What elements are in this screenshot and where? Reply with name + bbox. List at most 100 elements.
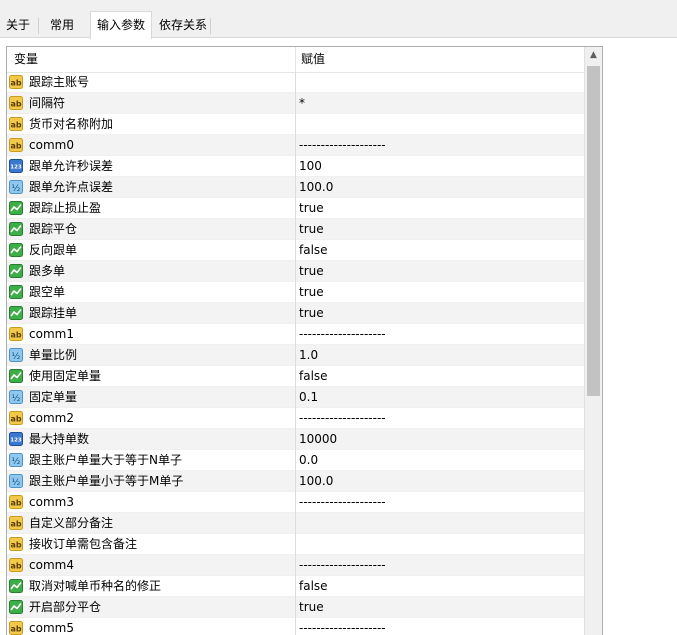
parameter-value[interactable]: 0.1 [299, 387, 318, 407]
table-row[interactable]: ab comm5 -------------------- [7, 618, 585, 635]
cell-divider [295, 219, 296, 240]
parameter-name: 跟主账户单量大于等于N单子 [29, 453, 182, 467]
column-divider[interactable] [295, 47, 296, 72]
parameter-value[interactable]: 0.0 [299, 450, 318, 470]
parameter-value[interactable]: true [299, 597, 324, 617]
parameter-name: 反向跟单 [29, 243, 78, 257]
table-row[interactable]: ½ 固定单量 0.1 [7, 387, 585, 408]
svg-text:ab: ab [10, 100, 21, 109]
double-v2-icon: ½ [9, 474, 23, 488]
parameter-value[interactable]: false [299, 240, 328, 260]
bool-chart-icon [9, 285, 23, 299]
table-row[interactable]: ab 自定义部分备注 [7, 513, 585, 534]
column-header-value[interactable]: 赋值 [301, 47, 325, 72]
parameter-name: 跟踪挂单 [29, 306, 78, 320]
parameter-value[interactable]: true [299, 282, 324, 302]
table-row[interactable]: 跟空单 true [7, 282, 585, 303]
svg-text:½: ½ [12, 478, 21, 488]
table-row[interactable]: ½ 单量比例 1.0 [7, 345, 585, 366]
parameter-value[interactable]: 1.0 [299, 345, 318, 365]
parameter-value[interactable]: 100.0 [299, 177, 333, 197]
parameter-value[interactable]: 100 [299, 156, 322, 176]
parameter-value[interactable]: true [299, 303, 324, 323]
parameter-name: 自定义部分备注 [29, 516, 114, 530]
parameter-name: 跟踪平仓 [29, 222, 78, 236]
cell-divider [295, 93, 296, 114]
table-row[interactable]: 跟踪平仓 true [7, 219, 585, 240]
ab-icon: ab [9, 96, 23, 110]
table-row[interactable]: ab comm0 -------------------- [7, 135, 585, 156]
grid-header: 变量 赋值 [7, 47, 585, 73]
parameter-name: 跟多单 [29, 264, 66, 278]
parameter-value[interactable]: true [299, 219, 324, 239]
cell-divider [295, 387, 296, 408]
parameter-value[interactable]: true [299, 198, 324, 218]
parameter-value[interactable]: 10000 [299, 429, 337, 449]
parameter-name: 固定单量 [29, 390, 78, 404]
svg-text:123: 123 [10, 165, 22, 171]
parameter-value[interactable]: false [299, 576, 328, 596]
cell-divider [295, 450, 296, 471]
table-row[interactable]: 取消对喊单币种名的修正 false [7, 576, 585, 597]
table-row[interactable]: ½ 跟主账户单量大于等于N单子 0.0 [7, 450, 585, 471]
parameter-value[interactable]: -------------------- [299, 408, 386, 428]
table-row[interactable]: ab comm2 -------------------- [7, 408, 585, 429]
parameter-value[interactable]: -------------------- [299, 324, 386, 344]
vertical-scrollbar[interactable]: ▲ [584, 47, 602, 635]
parameter-value[interactable]: false [299, 366, 328, 386]
cell-divider [295, 429, 296, 450]
table-row[interactable]: ½ 跟单允许点误差 100.0 [7, 177, 585, 198]
parameter-name: 跟空单 [29, 285, 66, 299]
cell-divider [295, 261, 296, 282]
svg-text:ab: ab [10, 562, 21, 571]
grid-rows: ab 跟踪主账号 ab 间隔符 * ab 货币对名称附加 ab comm0 -----------… [7, 72, 585, 635]
tab-about[interactable]: 关于 [0, 14, 36, 38]
tab-input-params[interactable]: 输入参数 [90, 11, 153, 39]
ab-icon: ab [9, 516, 23, 530]
cell-divider [295, 408, 296, 429]
int-123-icon: 123 [9, 159, 23, 173]
scroll-up-icon[interactable]: ▲ [585, 47, 602, 64]
bool-chart-icon [9, 369, 23, 383]
parameter-name: 最大持单数 [29, 432, 90, 446]
parameter-value[interactable]: -------------------- [299, 555, 386, 575]
cell-divider [295, 114, 296, 135]
bool-chart-icon [9, 201, 23, 215]
table-row[interactable]: 开启部分平仓 true [7, 597, 585, 618]
table-row[interactable]: 123 最大持单数 10000 [7, 429, 585, 450]
cell-divider [295, 597, 296, 618]
column-header-variable[interactable]: 变量 [14, 47, 38, 72]
tab-dependencies[interactable]: 依存关系 [153, 14, 213, 38]
parameter-value[interactable]: 100.0 [299, 471, 333, 491]
svg-text:ab: ab [10, 625, 21, 634]
table-row[interactable]: ab 间隔符 * [7, 93, 585, 114]
parameter-value[interactable]: -------------------- [299, 492, 386, 512]
table-row[interactable]: 跟多单 true [7, 261, 585, 282]
table-row[interactable]: ab comm3 -------------------- [7, 492, 585, 513]
parameter-name: 跟踪主账号 [29, 75, 90, 89]
parameter-value[interactable]: * [299, 93, 305, 113]
table-row[interactable]: 反向跟单 false [7, 240, 585, 261]
cell-divider [295, 534, 296, 555]
parameter-value[interactable]: -------------------- [299, 618, 386, 635]
table-row[interactable]: ab comm4 -------------------- [7, 555, 585, 576]
table-row[interactable]: 123 跟单允许秒误差 100 [7, 156, 585, 177]
svg-text:ab: ab [10, 121, 21, 130]
table-row[interactable]: ab 接收订单需包含备注 [7, 534, 585, 555]
parameter-value[interactable]: -------------------- [299, 135, 386, 155]
parameter-name: 货币对名称附加 [29, 117, 114, 131]
double-v2-icon: ½ [9, 453, 23, 467]
table-row[interactable]: ab 货币对名称附加 [7, 114, 585, 135]
cell-divider [295, 240, 296, 261]
table-row[interactable]: 跟踪止损止盈 true [7, 198, 585, 219]
table-row[interactable]: 跟踪挂单 true [7, 303, 585, 324]
table-row[interactable]: ab comm1 -------------------- [7, 324, 585, 345]
table-row[interactable]: ½ 跟主账户单量小于等于M单子 100.0 [7, 471, 585, 492]
double-v2-icon: ½ [9, 390, 23, 404]
table-row[interactable]: ab 跟踪主账号 [7, 72, 585, 93]
scrollbar-thumb[interactable] [587, 66, 600, 396]
ab-icon: ab [9, 558, 23, 572]
table-row[interactable]: 使用固定单量 false [7, 366, 585, 387]
parameter-value[interactable]: true [299, 261, 324, 281]
tab-common[interactable]: 常用 [44, 14, 80, 38]
